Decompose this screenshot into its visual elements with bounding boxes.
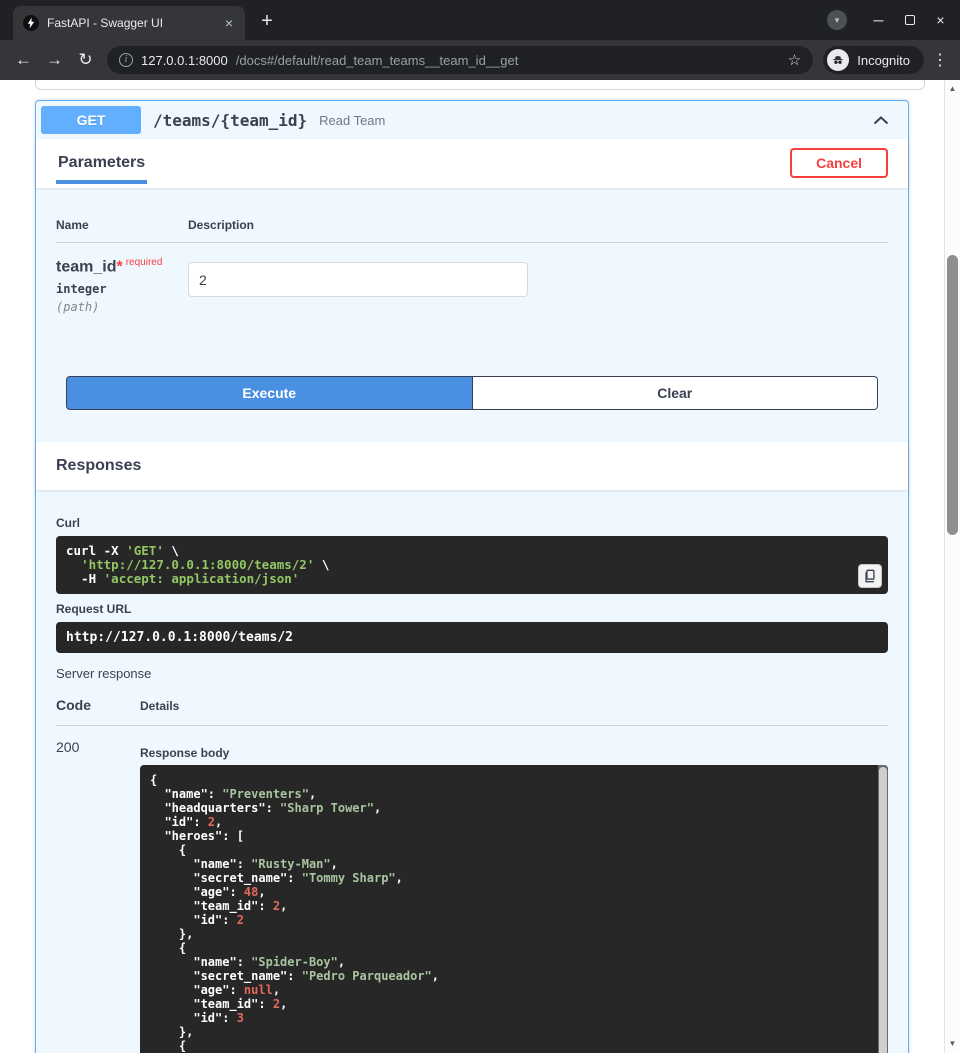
incognito-label: Incognito [857, 53, 910, 68]
response-body-label: Response body [140, 746, 888, 760]
curl-command: curl -X 'GET' \ 'http://127.0.0.1:8000/t… [66, 544, 878, 586]
execute-button[interactable]: Execute [66, 376, 473, 410]
responses-section: Curl curl -X 'GET' \ 'http://127.0.0.1:8… [36, 490, 908, 1053]
scrollbar-down-arrow[interactable]: ▼ [945, 1039, 960, 1049]
endpoint-summary: Read Team [319, 113, 385, 128]
parameter-name-cell: team_id*required integer (path) [56, 257, 188, 314]
request-url-label: Request URL [56, 602, 888, 616]
response-details-cell: Response body { "name": "Preventers", "h… [140, 726, 888, 1053]
clear-button[interactable]: Clear [473, 376, 879, 410]
reload-icon[interactable]: ↻ [70, 45, 101, 76]
get-opblock: GET /teams/{team_id} Read Team Parameter… [35, 100, 909, 1053]
response-row: 200 Response body { "name": "Preventers"… [56, 726, 888, 1053]
swagger-page: GET /teams/{team_id} Read Team Parameter… [0, 80, 944, 1053]
page-scrollbar-thumb[interactable] [947, 255, 958, 535]
window-controls: ▾ ─ × [827, 0, 956, 40]
browser-window: FastAPI - Swagger UI × + ▾ ─ × ← → ↻ i 1… [0, 0, 960, 1053]
curl-label: Curl [56, 516, 888, 530]
collapse-chevron-icon[interactable] [873, 116, 889, 125]
address-bar[interactable]: i 127.0.0.1:8000 /docs#/default/read_tea… [107, 46, 813, 74]
bookmark-star-icon[interactable]: ☆ [788, 51, 801, 69]
parameters-tab-label: Parameters [58, 154, 145, 171]
description-column-header: Description [188, 218, 888, 232]
page-scrollbar[interactable]: ▲ ▼ [944, 80, 960, 1053]
tab-title: FastAPI - Swagger UI [47, 16, 215, 30]
minimize-button[interactable]: ─ [863, 4, 894, 36]
url-path: /docs#/default/read_team_teams__team_id_… [236, 53, 780, 68]
name-column-header: Name [56, 218, 188, 232]
parameters-table-header: Name Description [56, 218, 888, 243]
browser-menu-icon[interactable]: ⋮ [928, 50, 952, 70]
incognito-badge: Incognito [823, 46, 924, 74]
response-body-block: { "name": "Preventers", "headquarters": … [140, 765, 888, 1053]
opblock-summary[interactable]: GET /teams/{team_id} Read Team [36, 101, 908, 139]
server-response-label: Server response [56, 666, 888, 681]
team-id-input[interactable] [188, 262, 528, 297]
parameter-value-cell [188, 257, 888, 314]
incognito-spy-icon [827, 49, 849, 71]
browser-toolbar: ← → ↻ i 127.0.0.1:8000 /docs#/default/re… [0, 40, 960, 80]
back-icon[interactable]: ← [8, 45, 39, 76]
response-body-scrollbar[interactable] [878, 765, 888, 1053]
parameter-type: integer [56, 282, 188, 296]
scrollbar-up-arrow[interactable]: ▲ [945, 84, 960, 94]
tab-close-icon[interactable]: × [223, 16, 235, 30]
response-body-scrollbar-thumb[interactable] [879, 767, 887, 1053]
parameter-name: team_id [56, 258, 116, 275]
response-table-header: Code Details [56, 697, 888, 726]
response-json: { "name": "Preventers", "headquarters": … [150, 773, 866, 1053]
page-info-icon[interactable]: i [119, 53, 133, 67]
tab-parameters[interactable]: Parameters [56, 142, 147, 184]
cancel-button[interactable]: Cancel [790, 148, 888, 178]
close-button[interactable]: × [925, 4, 956, 36]
required-star: * [116, 258, 122, 275]
responses-title: Responses [56, 457, 141, 474]
responses-section-header: Responses [36, 442, 908, 490]
method-badge: GET [41, 106, 141, 134]
tab-search-icon[interactable]: ▾ [827, 10, 847, 30]
curl-code-block: curl -X 'GET' \ 'http://127.0.0.1:8000/t… [56, 536, 888, 594]
execute-button-group: Execute Clear [66, 376, 878, 410]
status-code: 200 [56, 726, 140, 1053]
parameter-row: team_id*required integer (path) [56, 243, 888, 314]
page-viewport: GET /teams/{team_id} Read Team Parameter… [0, 80, 960, 1053]
parameter-location: (path) [56, 300, 188, 314]
request-url-value: http://127.0.0.1:8000/teams/2 [56, 622, 888, 653]
tab-strip: FastAPI - Swagger UI × + ▾ ─ × [0, 0, 960, 40]
url-host: 127.0.0.1:8000 [141, 53, 228, 68]
fastapi-favicon-icon [23, 15, 39, 31]
scrolled-element-remnant [35, 80, 925, 90]
forward-icon[interactable]: → [39, 45, 70, 76]
copy-to-clipboard-button[interactable] [858, 564, 882, 588]
new-tab-button[interactable]: + [253, 7, 281, 35]
maximize-button[interactable] [894, 4, 925, 36]
required-label: required [123, 257, 163, 268]
endpoint-path: /teams/{team_id} [153, 111, 307, 130]
details-column-header: Details [140, 699, 888, 713]
parameters-section: Name Description team_id*required intege… [36, 188, 908, 442]
parameters-section-header: Parameters Cancel [36, 139, 908, 188]
browser-tab[interactable]: FastAPI - Swagger UI × [13, 6, 245, 40]
code-column-header: Code [56, 697, 140, 713]
maximize-icon [905, 15, 915, 25]
